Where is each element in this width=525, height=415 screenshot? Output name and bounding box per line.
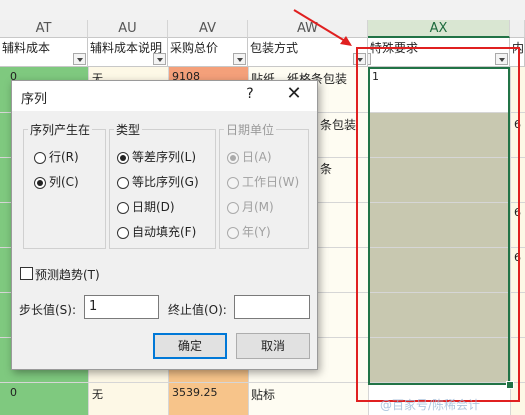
filter-dropdown-button[interactable]	[233, 53, 246, 65]
radio-dot	[227, 152, 239, 164]
series-in-group: 序列产生在 行(R) 列(C)	[23, 121, 106, 249]
series-dialog: 序列 ? ✕ 序列产生在 行(R) 列(C) 类型 等差序列(L) 等比序列(G…	[11, 80, 318, 370]
radio-dot	[117, 227, 129, 239]
filter-dropdown-button[interactable]	[73, 53, 86, 65]
cell-aw-row2[interactable]: 条包装	[320, 116, 356, 133]
header-label: 辅料成本说明	[90, 41, 163, 55]
cell-au-last[interactable]: 无	[92, 386, 103, 402]
group-label: 日期单位	[224, 121, 277, 138]
column-header-at[interactable]: AT	[0, 20, 88, 38]
header-label: 采购总价	[170, 41, 219, 55]
stop-input[interactable]	[234, 295, 310, 319]
radio-dot	[34, 177, 46, 189]
trend-checkbox[interactable]	[20, 267, 33, 280]
stop-label: 终止值(O):	[168, 303, 227, 317]
cell-av-last[interactable]: 3539.25	[172, 386, 218, 399]
column-header-av[interactable]: AV	[168, 20, 248, 38]
filter-dropdown-button[interactable]	[153, 53, 166, 65]
radio-dot	[227, 202, 239, 214]
close-icon[interactable]: ✕	[284, 83, 304, 105]
radio-dot	[117, 152, 129, 164]
toolbar-strip	[0, 0, 525, 20]
watermark: @百家号/陈稀会计	[380, 398, 481, 412]
trend-label: 预测趋势(T)	[35, 268, 100, 282]
column-header-au[interactable]: AU	[88, 20, 168, 38]
group-label: 序列产生在	[28, 121, 93, 138]
dialog-titlebar[interactable]: 序列 ? ✕	[12, 81, 317, 111]
radio-dot	[227, 227, 239, 239]
annotation-arrow-icon	[293, 9, 352, 46]
radio-dot	[227, 177, 239, 189]
dialog-title: 序列	[21, 92, 48, 107]
cell-at-last[interactable]: 0	[10, 386, 17, 399]
type-group: 类型 等差序列(L) 等比序列(G) 日期(D) 自动填充(F)	[109, 121, 216, 249]
cell-aw-last[interactable]: 贴标	[251, 386, 275, 403]
annotation-frame	[356, 47, 520, 402]
cancel-button[interactable]: 取消	[236, 333, 310, 359]
date-unit-group: 日期单位 日(A) 工作日(W) 月(M) 年(Y)	[219, 121, 309, 249]
header-label: 辅料成本	[2, 41, 51, 55]
column-header-ax[interactable]: AX	[368, 20, 510, 38]
column-header-ay[interactable]	[510, 20, 525, 38]
header-cell-at: 辅料成本	[0, 38, 88, 67]
radio-dot	[117, 177, 129, 189]
radio-dot	[117, 202, 129, 214]
header-cell-av: 采购总价	[168, 38, 248, 67]
radio-dot	[34, 152, 46, 164]
ok-button[interactable]: 确定	[153, 333, 227, 359]
help-icon[interactable]: ?	[242, 86, 258, 104]
group-label: 类型	[114, 121, 143, 138]
cell-aw-row3[interactable]: 条	[320, 160, 332, 177]
header-cell-au: 辅料成本说明	[88, 38, 168, 67]
step-label: 步长值(S):	[19, 303, 77, 317]
step-input[interactable]: 1	[84, 295, 159, 319]
